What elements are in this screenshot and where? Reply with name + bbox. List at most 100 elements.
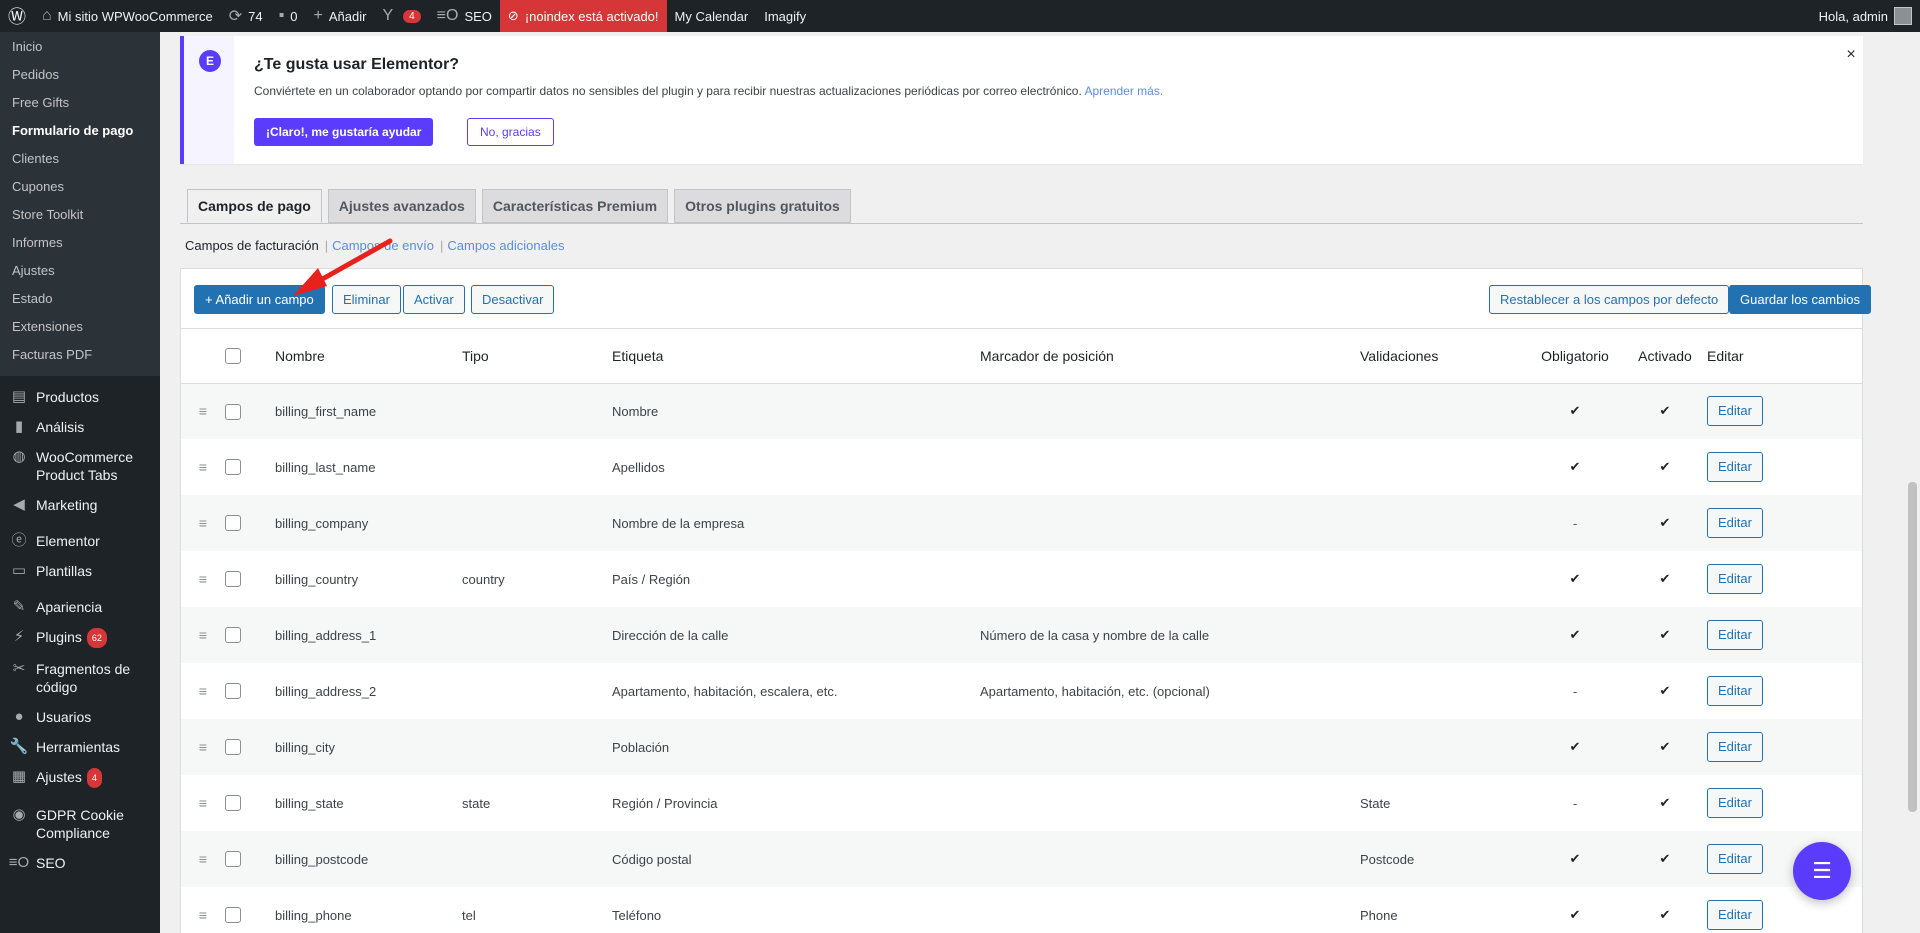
updates-link[interactable]: ⟳ 74 [221,0,271,32]
edit-button[interactable]: Editar [1707,900,1763,930]
row-checkbox[interactable] [225,851,241,868]
row-checkbox[interactable] [225,627,241,644]
tab-checkout-fields[interactable]: Campos de pago [187,189,322,223]
menu-item[interactable]: 🔧 Herramientas [0,732,160,762]
seo-link[interactable]: ≡O SEO [429,0,500,32]
wordpress-logo-icon[interactable]: Ⓦ [0,0,34,32]
drag-handle-icon[interactable]: ≡ [199,683,207,699]
save-changes-button[interactable]: Guardar los cambios [1729,285,1871,314]
table-row[interactable]: ≡ billing_address_1 Dirección de la calle N… [181,607,1862,663]
additional-fields-link[interactable]: Campos adicionales [447,238,564,253]
table-row[interactable]: ≡ billing_phone tel Teléfono Phone ✔ ✔ Editar [181,887,1862,933]
menu-item[interactable]: ≡O SEO [0,848,160,878]
account-menu[interactable]: Hola, admin [1811,0,1920,32]
table-row[interactable]: ≡ billing_address_2 Apartamento, habitació… [181,663,1862,719]
edit-button[interactable]: Editar [1707,620,1763,650]
drag-handle-icon[interactable]: ≡ [199,795,207,811]
noindex-warning[interactable]: ⊘ ¡noindex está activado! [499,0,667,32]
disable-button[interactable]: Desactivar [471,285,555,314]
select-all-checkbox[interactable] [225,348,241,365]
comments-link[interactable]: ▪ 0 [271,0,306,32]
menu-item[interactable]: ✎ Apariencia [0,592,160,622]
tab-advanced-settings[interactable]: Ajustes avanzados [327,189,476,223]
table-row[interactable]: ≡ billing_postcode Código postal Postcode ✔ ✔… [181,831,1862,887]
shipping-fields-link[interactable]: Campos de envío [332,238,434,253]
submenu-item[interactable]: Estado [0,284,160,312]
add-new-link[interactable]: + Añadir [306,0,375,32]
opt-in-button[interactable]: ¡Claro!, me gustaría ayudar [254,118,434,146]
edit-button[interactable]: Editar [1707,396,1763,427]
menu-item[interactable]: ● Usuarios [0,702,160,732]
edit-button[interactable]: Editar [1707,732,1763,762]
site-name-link[interactable]: ⌂ Mi sitio WPWooCommerce [34,0,221,32]
menu-item[interactable]: ⚡ Plugins 62 [0,622,160,654]
add-field-button[interactable]: + Añadir un campo [194,285,325,314]
edit-button[interactable]: Editar [1707,676,1763,706]
drag-handle-icon[interactable]: ≡ [199,571,207,587]
submenu-item[interactable]: Pedidos [0,60,160,88]
edit-button[interactable]: Editar [1707,844,1763,874]
row-checkbox[interactable] [225,571,241,588]
submenu-item[interactable]: Extensiones [0,312,160,340]
billing-fields-link[interactable]: Campos de facturación [185,238,319,253]
row-checkbox[interactable] [225,403,241,420]
table-row[interactable]: ≡ billing_first_name Nombre ✔ ✔ Editar [181,383,1862,439]
submenu-item[interactable]: Formulario de pago [0,116,160,144]
calendar-link[interactable]: My Calendar [667,0,757,32]
learn-more-link[interactable]: Aprender más. [1084,84,1163,98]
submenu-item[interactable]: Cupones [0,172,160,200]
menu-item[interactable]: ▭ Plantillas [0,556,160,586]
fab-menu-button[interactable]: ☰ [1793,842,1851,900]
yoast-link[interactable]: Y4 [374,0,428,32]
edit-button[interactable]: Editar [1707,564,1763,594]
drag-handle-icon[interactable]: ≡ [199,515,207,531]
enable-button[interactable]: Activar [403,285,465,314]
menu-item[interactable]: ▦ Ajustes 4 [0,762,160,794]
menu-item-label: Análisis [36,419,85,435]
menu-item[interactable]: ✂ Fragmentos de código [0,654,160,702]
row-checkbox[interactable] [225,907,241,924]
drag-handle-icon[interactable]: ≡ [199,851,207,867]
reset-fields-button[interactable]: Restablecer a los campos por defecto [1489,285,1730,314]
edit-button[interactable]: Editar [1707,452,1763,482]
submenu-item[interactable]: Ajustes [0,256,160,284]
submenu-item[interactable]: Inicio [0,32,160,60]
table-row[interactable]: ≡ billing_city Población ✔ ✔ Editar [181,719,1862,775]
close-icon[interactable]: × [1839,46,1863,66]
table-row[interactable]: ≡ billing_last_name Apellidos ✔ ✔ Editar [181,439,1862,495]
menu-item[interactable]: ◀ Marketing [0,490,160,520]
row-checkbox[interactable] [225,739,241,756]
menu-item[interactable]: ▮ Análisis [0,412,160,442]
menu-item[interactable]: ◍ WooCommerce Product Tabs [0,442,160,490]
row-checkbox[interactable] [225,515,241,532]
submenu-item[interactable]: Clientes [0,144,160,172]
menu-item[interactable]: ⓔ Elementor [0,526,160,556]
row-checkbox[interactable] [225,795,241,812]
delete-button[interactable]: Eliminar [332,285,401,314]
admin-bar: Ⓦ ⌂ Mi sitio WPWooCommerce ⟳ 74 ▪ 0 + Añadir… [0,0,1920,32]
submenu-item[interactable]: Informes [0,228,160,256]
table-row[interactable]: ≡ billing_company Nombre de la empresa - ✔ Ed… [181,495,1862,551]
edit-button[interactable]: Editar [1707,788,1763,818]
opt-out-button[interactable]: No, gracias [467,118,554,146]
submenu-item[interactable]: Facturas PDF [0,340,160,368]
drag-handle-icon[interactable]: ≡ [199,739,207,755]
imagify-link[interactable]: Imagify [756,0,814,32]
menu-item[interactable]: ◉ GDPR Cookie Compliance [0,800,160,848]
drag-handle-icon[interactable]: ≡ [199,459,207,475]
submenu-item[interactable]: Store Toolkit [0,200,160,228]
drag-handle-icon[interactable]: ≡ [199,627,207,643]
drag-handle-icon[interactable]: ≡ [199,403,207,419]
scrollbar[interactable] [1905,32,1920,933]
tab-premium-features[interactable]: Características Premium [481,189,669,223]
elementor-notice: E ¿Te gusta usar Elementor? Conviértete … [180,36,1863,164]
row-checkbox[interactable] [225,683,241,700]
table-row[interactable]: ≡ billing_country country País / Región ✔ ✔ Ed… [181,551,1862,607]
row-checkbox[interactable] [225,459,241,476]
table-row[interactable]: ≡ billing_state state Región / Provincia Sta… [181,775,1862,831]
edit-button[interactable]: Editar [1707,508,1763,538]
submenu-item[interactable]: Free Gifts [0,88,160,116]
menu-item[interactable]: ▤ Productos [0,382,160,412]
tab-other-plugins[interactable]: Otros plugins gratuitos [674,189,851,223]
drag-handle-icon[interactable]: ≡ [199,907,207,923]
